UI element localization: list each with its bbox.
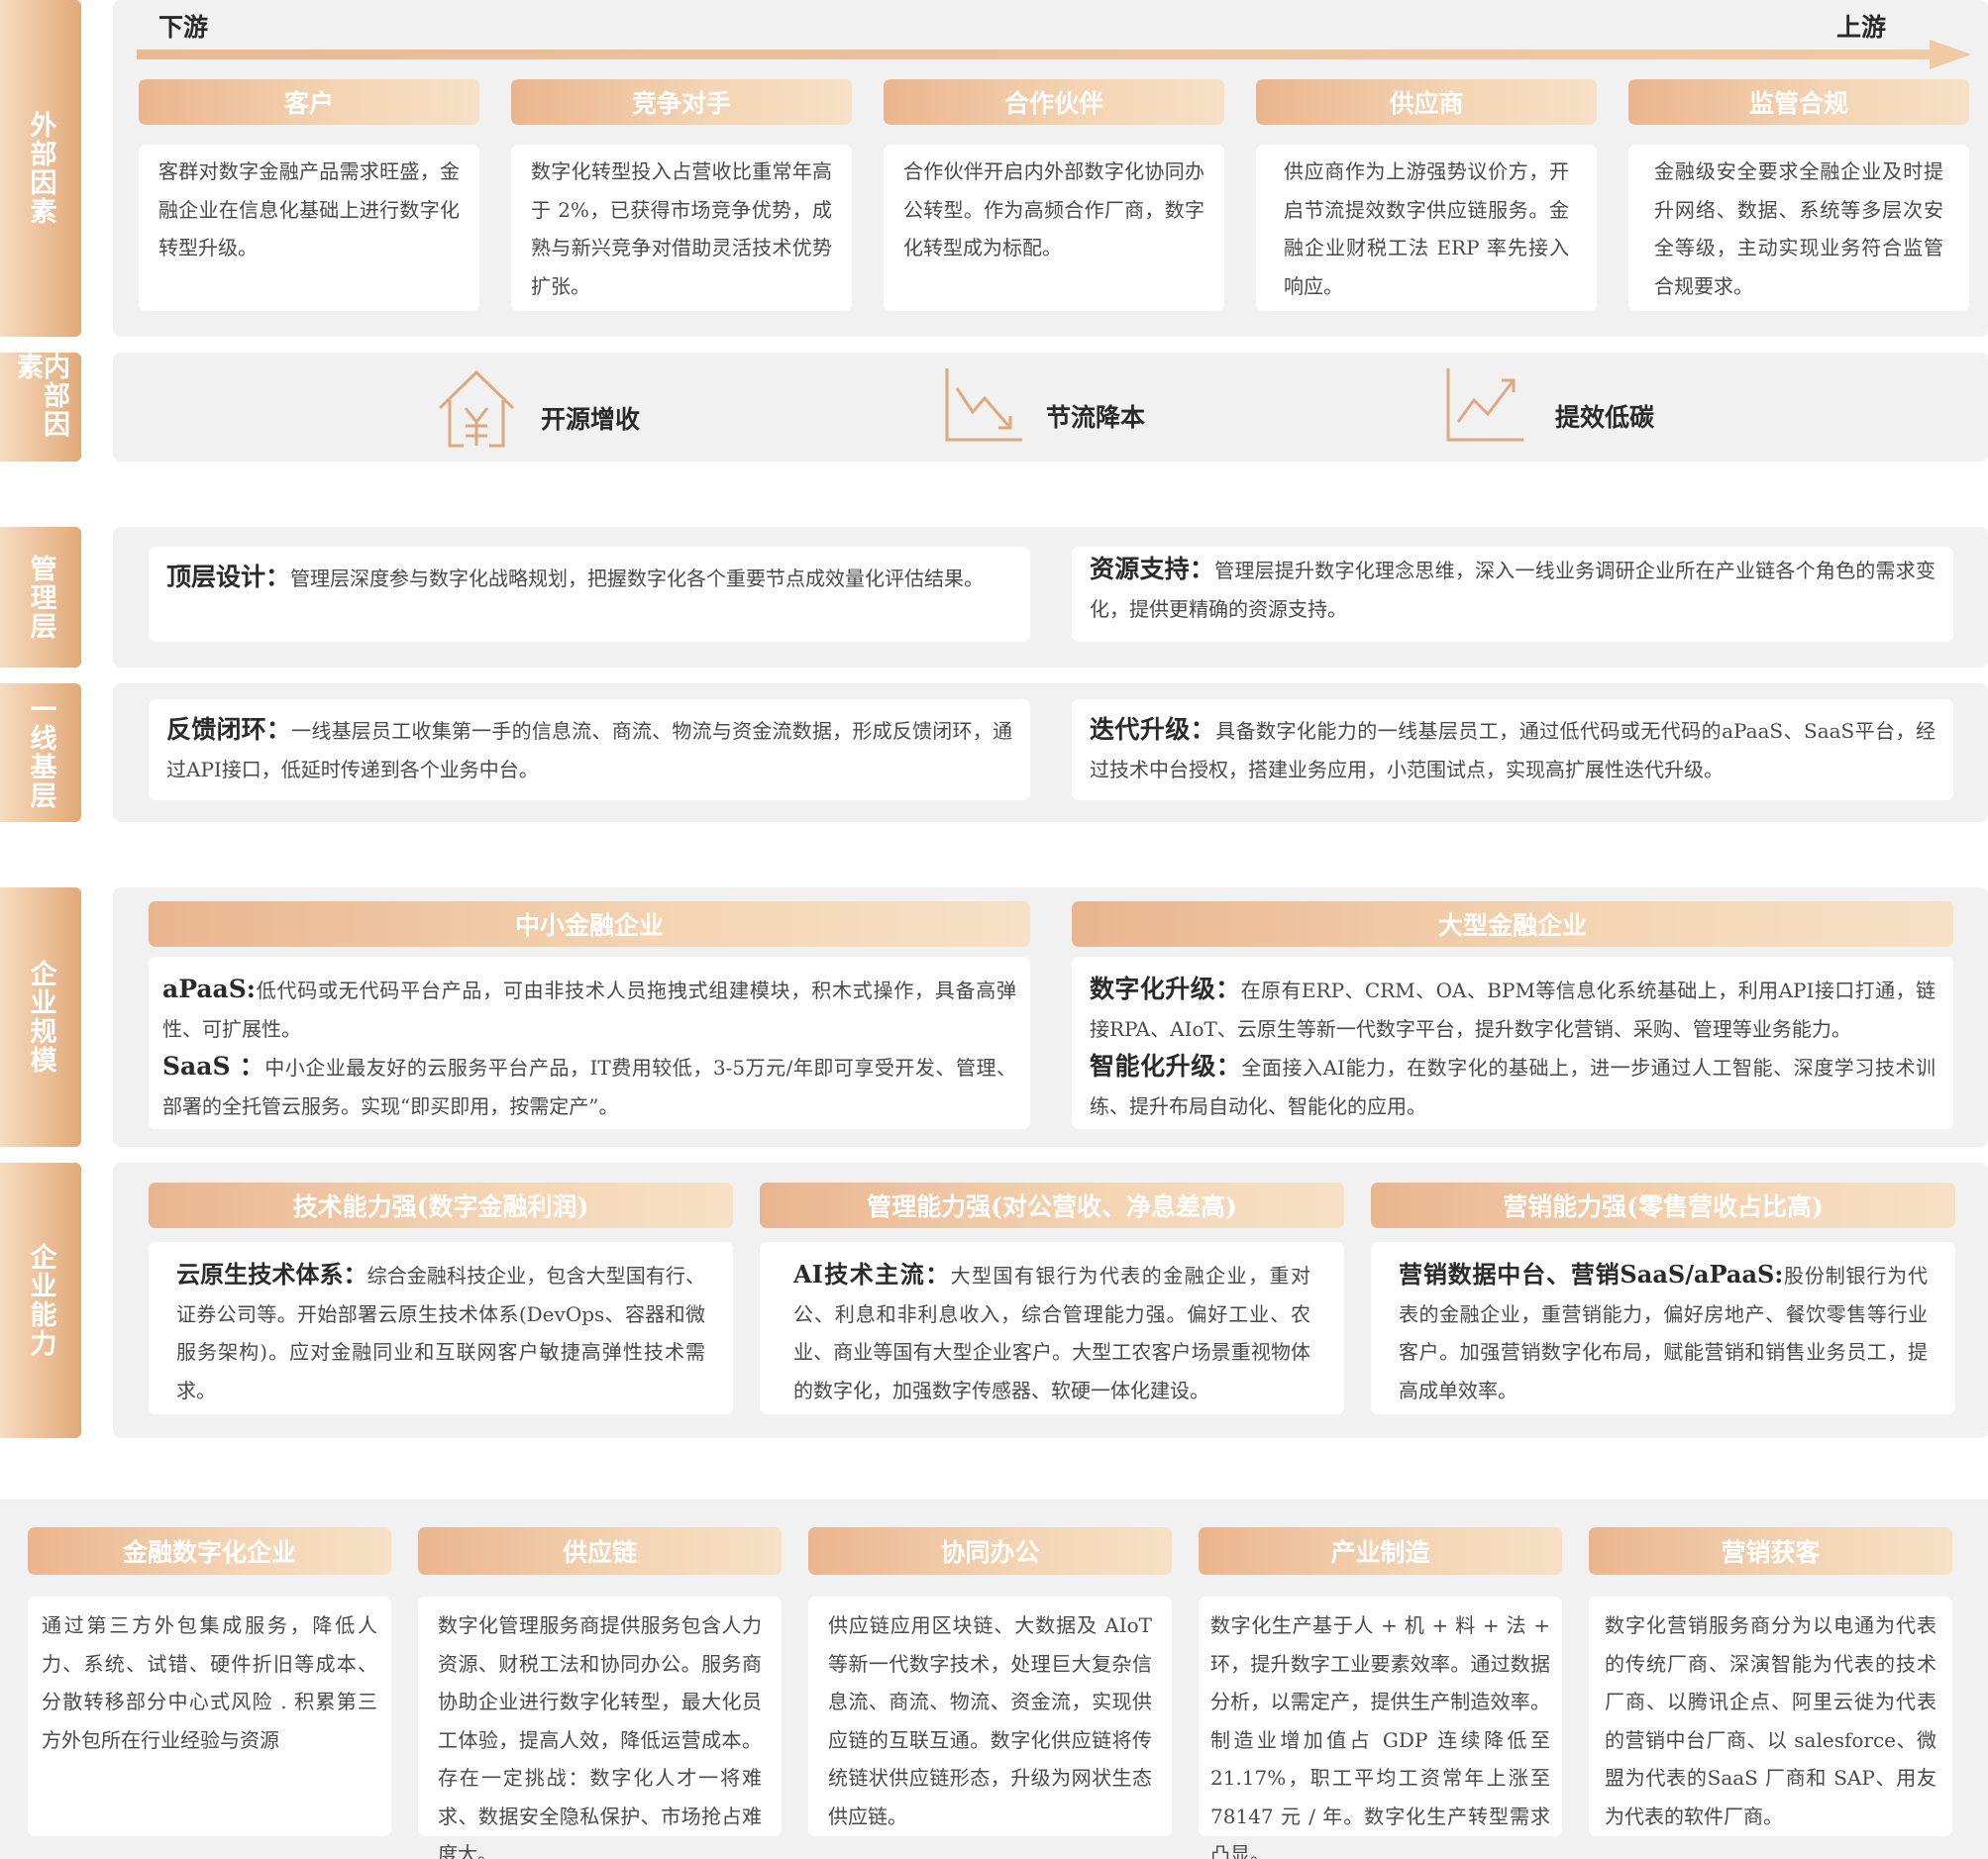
capability-card-tech: 云原生技术体系：综合金融科技企业，包含大型国有行、证券公司等。开始部署云原生技术… [149,1242,733,1414]
card-title: 数字化升级： [1090,975,1241,1003]
chart-up-icon [1446,368,1523,442]
side-tab-label: 企业能力 [25,1243,56,1358]
frontline-card-feedback: 反馈闭环：一线基层员工收集第一手的信息流、商流、物流与资金流数据，形成反馈闭环，… [149,699,1030,800]
external-header-supplier: 供应商 [1256,79,1597,125]
bottom-card-marketing: 数字化营销服务商分为以电通为代表的传统厂商、深演智能为代表的技术厂商、以腾讯企点… [1589,1597,1952,1836]
scale-item: SaaS ：中小企业最友好的云服务平台产品，IT费用较低，3-5万元/年即可享受… [162,1048,1016,1125]
chart-down-icon [945,368,1022,442]
side-tab-label: 内部因素 [12,353,69,439]
external-header-customer: 客户 [139,79,479,125]
scale-header-small: 中小金融企业 [149,901,1030,947]
bottom-header-supply-chain: 供应链 [418,1527,782,1575]
scale-item: 数字化升级：在原有ERP、CRM、OA、BPM等信息化系统基础上，利用API接口… [1090,971,1936,1048]
external-card-competitor: 数字化转型投入占营收比重常年高于 2%，已获得市场竞争优势，成熟与新兴竞争对借助… [511,145,852,311]
card-title: AI技术主流： [793,1260,951,1289]
internal-label-revenue: 开源增收 [541,405,641,434]
card-title: SaaS ： [162,1052,265,1081]
card-title: 迭代升级： [1090,715,1216,744]
card-text: 管理层提升数字化理念思维，深入一线业务调研企业所在产业链各个角色的需求变化，提供… [1090,559,1936,621]
scale-item: aPaaS:低代码或无代码平台产品，可由非技术人员拖拽式组建模块，积木式操作，具… [162,971,1016,1048]
side-tab-label: 外部因素 [25,111,56,226]
bottom-header-marketing: 营销获客 [1589,1527,1952,1575]
external-header-competitor: 竞争对手 [511,79,852,125]
side-tab-internal: 内部因素 [0,353,81,462]
side-tab-frontline: 一线基层 [0,683,81,822]
bottom-card-collab-office: 供应链应用区块链、大数据及 AIoT 等新一代数字技术，处理巨大复杂信息流、商流… [808,1597,1172,1836]
bottom-card-supply-chain: 数字化管理服务商提供服务包含人力资源、财税工法和协同办公。服务商协助企业进行数字… [418,1597,782,1859]
side-tab-label: 企业规模 [25,960,56,1075]
frontline-card-iteration: 迭代升级：具备数字化能力的一线基层员工，通过低代码或无代码的aPaaS、SaaS… [1072,699,1953,800]
side-tab-scale: 企业规模 [0,887,81,1147]
external-card-regulation: 金融级安全要求全融企业及时提升网络、数据、系统等多层次安全等级，主动实现业务符合… [1628,145,1969,311]
card-title: 智能化升级： [1090,1052,1242,1081]
bottom-card-fin-digital: 通过第三方外包集成服务，降低人力、系统、试错、硬件折旧等成本、分散转移部分中心式… [28,1597,391,1836]
scale-item: 智能化升级：全面接入AI能力，在数字化的基础上，进一步通过人工智能、深度学习技术… [1090,1048,1936,1125]
card-text: 管理层深度参与数字化战略规划，把握数字化各个重要节点成效量化评估结果。 [290,567,985,590]
card-text: 一线基层员工收集第一手的信息流、商流、物流与资金流数据，形成反馈闭环，通过API… [166,719,1012,781]
side-tab-management: 管理层 [0,527,81,668]
card-text: 中小企业最友好的云服务平台产品，IT费用较低，3-5万元/年即可享受开发、管理、… [162,1056,1016,1118]
card-title: 顶层设计： [166,563,291,591]
bottom-header-manufacturing: 产业制造 [1199,1527,1562,1575]
card-title: 资源支持： [1090,555,1215,583]
management-card-top-design: 顶层设计：管理层深度参与数字化战略规划，把握数字化各个重要节点成效量化评估结果。 [149,547,1030,642]
flow-arrow-icon [137,40,1971,69]
external-card-partner: 合作伙伴开启内外部数字化协同办公转型。作为高频合作厂商，数字化转型成为标配。 [884,145,1224,311]
card-title: aPaaS: [162,975,257,1003]
side-tab-label: 一线基层 [25,695,56,810]
scale-card-small: aPaaS:低代码或无代码平台产品，可由非技术人员拖拽式组建模块，积木式操作，具… [149,957,1030,1129]
capability-card-marketing: 营销数据中台、营销SaaS/aPaaS:股份制银行为代表的金融企业，重营销能力，… [1371,1242,1955,1414]
card-text: 低代码或无代码平台产品，可由非技术人员拖拽式组建模块，积木式操作，具备高弹性、可… [162,979,1016,1041]
side-tab-label: 管理层 [25,554,56,641]
bottom-card-manufacturing: 数字化生产基于人 + 机 + 料 + 法 + 环，提升数字工业要素效率。通过数据… [1199,1597,1562,1859]
card-title: 反馈闭环： [166,715,292,744]
capability-header-management: 管理能力强(对公营收、净息差高) [760,1183,1344,1228]
scale-card-large: 数字化升级：在原有ERP、CRM、OA、BPM等信息化系统基础上，利用API接口… [1072,957,1953,1129]
capability-header-tech: 技术能力强(数字金融利润) [149,1183,733,1228]
scale-header-large: 大型金融企业 [1072,901,1953,947]
side-tab-capability: 企业能力 [0,1163,81,1438]
bottom-header-fin-digital: 金融数字化企业 [28,1527,391,1575]
bottom-header-collab-office: 协同办公 [808,1527,1172,1575]
card-text: 具备数字化能力的一线基层员工，通过低代码或无代码的aPaaS、SaaS平台，经过… [1090,719,1936,781]
external-header-regulation: 监管合规 [1628,79,1969,125]
management-card-resource: 资源支持：管理层提升数字化理念思维，深入一线业务调研企业所在产业链各个角色的需求… [1072,547,1953,642]
external-card-customer: 客群对数字金融产品需求旺盛，金融企业在信息化基础上进行数字化转型升级。 [139,145,479,311]
card-title: 营销数据中台、营销SaaS/aPaaS: [1399,1260,1784,1289]
internal-label-efficiency: 提效低碳 [1555,403,1655,432]
capability-card-management: AI技术主流：大型国有银行为代表的金融企业，重对公、利息和非利息收入，综合管理能… [760,1242,1344,1414]
capability-header-marketing: 营销能力强(零售营收占比高) [1371,1183,1955,1228]
house-yuan-icon [438,369,515,448]
internal-label-cost: 节流降本 [1046,403,1146,432]
external-header-partner: 合作伙伴 [884,79,1224,125]
side-tab-external: 外部因素 [0,0,81,337]
card-title: 云原生技术体系： [176,1260,367,1289]
external-card-supplier: 供应商作为上游强势议价方，开启节流提效数字供应链服务。金融企业财税工法 ERP … [1256,145,1597,311]
